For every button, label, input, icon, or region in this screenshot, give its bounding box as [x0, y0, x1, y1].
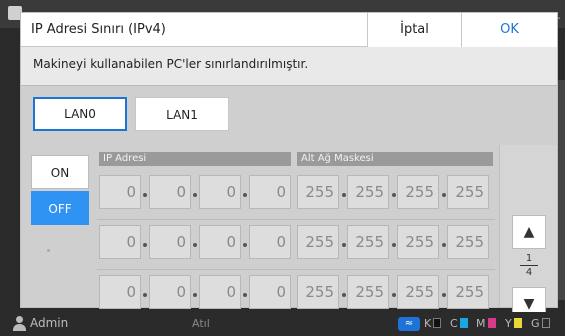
ip-octet-field[interactable]: 0 [199, 175, 241, 209]
off-button[interactable]: OFF [31, 191, 89, 225]
separator-dot [143, 193, 147, 197]
mask-octet-field[interactable]: 255 [347, 175, 389, 209]
mask-octet-field[interactable]: 255 [397, 225, 439, 259]
ip-octet-field[interactable]: 0 [99, 225, 141, 259]
ip-octet-field[interactable]: 0 [249, 275, 291, 309]
separator-dot [342, 193, 346, 197]
table-row: 0 0 0 0 255 255 255 255 [97, 175, 495, 215]
user-icon [12, 316, 26, 332]
separator-dot [442, 293, 446, 297]
subnet-mask-header: Alt Ağ Maskesi [297, 152, 493, 166]
ink-swatch [541, 318, 550, 328]
ink-swatch [487, 318, 496, 328]
ok-button[interactable]: OK [461, 13, 557, 47]
mask-octet-field[interactable]: 255 [447, 275, 489, 309]
ink-swatch [459, 318, 468, 328]
ink-label: M [476, 317, 486, 330]
mask-octet-field[interactable]: 255 [347, 225, 389, 259]
mask-octet-field[interactable]: 255 [447, 175, 489, 209]
separator-dot [392, 293, 396, 297]
mask-octet-field[interactable]: 255 [297, 275, 339, 309]
ip-octet-field[interactable]: 0 [99, 175, 141, 209]
mask-octet-field[interactable]: 255 [447, 225, 489, 259]
ip-restriction-dialog: IP Adresi Sınırı (IPv4) İptal OK Makiney… [20, 12, 558, 321]
ip-octet-field[interactable]: 0 [249, 175, 291, 209]
separator-dot [193, 193, 197, 197]
mask-octet-field[interactable]: 255 [347, 275, 389, 309]
status-bar: Admin Atıl ≈ K C M Y G [0, 312, 565, 336]
tab-lan0[interactable]: LAN0 [33, 97, 127, 131]
table-row: 0 0 0 0 255 255 255 255 [97, 225, 495, 265]
mask-octet-field[interactable]: 255 [297, 225, 339, 259]
machine-status: Atıl [192, 317, 210, 330]
pager-column: ▲ 1 4 ▼ [499, 145, 557, 321]
tab-lan1[interactable]: LAN1 [135, 97, 229, 131]
ip-address-header: IP Adresi [99, 152, 291, 166]
ink-c: C [450, 317, 468, 330]
separator-dot [243, 193, 247, 197]
ip-octet-field[interactable]: 0 [99, 275, 141, 309]
ip-octet-field[interactable]: 0 [149, 225, 191, 259]
page-indicator: 1 4 [512, 253, 546, 278]
ink-m: M [476, 317, 496, 330]
scroll-up-button[interactable]: ▲ [512, 215, 546, 249]
cancel-button[interactable]: İptal [367, 13, 461, 47]
total-pages: 4 [525, 267, 533, 278]
separator-dot [442, 243, 446, 247]
info-message: Makineyi kullanabilen PC'ler sınırlandır… [33, 57, 309, 71]
separator-dot [442, 193, 446, 197]
dialog-title: IP Adresi Sınırı (IPv4) [31, 22, 166, 37]
row-divider [97, 269, 495, 270]
mask-octet-field[interactable]: 255 [397, 175, 439, 209]
separator-dot [342, 243, 346, 247]
separator-dot [342, 293, 346, 297]
ip-octet-field[interactable]: 0 [199, 275, 241, 309]
ip-octet-field[interactable]: 0 [149, 175, 191, 209]
current-page: 1 [525, 253, 533, 264]
on-button[interactable]: ON [31, 155, 89, 189]
separator-dot [243, 243, 247, 247]
ink-swatch [433, 318, 442, 328]
decorative-dot [47, 249, 50, 252]
mask-octet-field[interactable]: 255 [397, 275, 439, 309]
separator-dot [193, 243, 197, 247]
page-divider [520, 265, 538, 266]
ink-y: Y [505, 317, 522, 330]
username: Admin [30, 316, 69, 330]
address-table: 0 0 0 0 255 255 255 255 0 0 0 0 255 255 … [97, 169, 495, 309]
separator-dot [143, 243, 147, 247]
ip-octet-field[interactable]: 0 [149, 275, 191, 309]
mask-octet-field[interactable]: 255 [297, 175, 339, 209]
row-divider [97, 219, 495, 220]
separator-dot [243, 293, 247, 297]
ip-octet-field[interactable]: 0 [249, 225, 291, 259]
separator-dot [143, 293, 147, 297]
separator-dot [193, 293, 197, 297]
ink-swatch [513, 318, 522, 328]
triangle-down-icon: ▼ [523, 296, 535, 312]
ip-octet-field[interactable]: 0 [199, 225, 241, 259]
ink-label: C [450, 317, 458, 330]
network-status-icon: ≈ [398, 317, 420, 331]
separator-dot [392, 193, 396, 197]
ink-g: G [531, 317, 550, 330]
ink-label: Y [505, 317, 512, 330]
dialog-titlebar: IP Adresi Sınırı (IPv4) İptal OK [21, 13, 557, 47]
triangle-up-icon: ▲ [523, 224, 535, 240]
ink-k: K [424, 317, 442, 330]
ink-label: K [424, 317, 432, 330]
separator-dot [392, 243, 396, 247]
table-row: 0 0 0 0 255 255 255 255 [97, 275, 495, 315]
ink-label: G [531, 317, 540, 330]
